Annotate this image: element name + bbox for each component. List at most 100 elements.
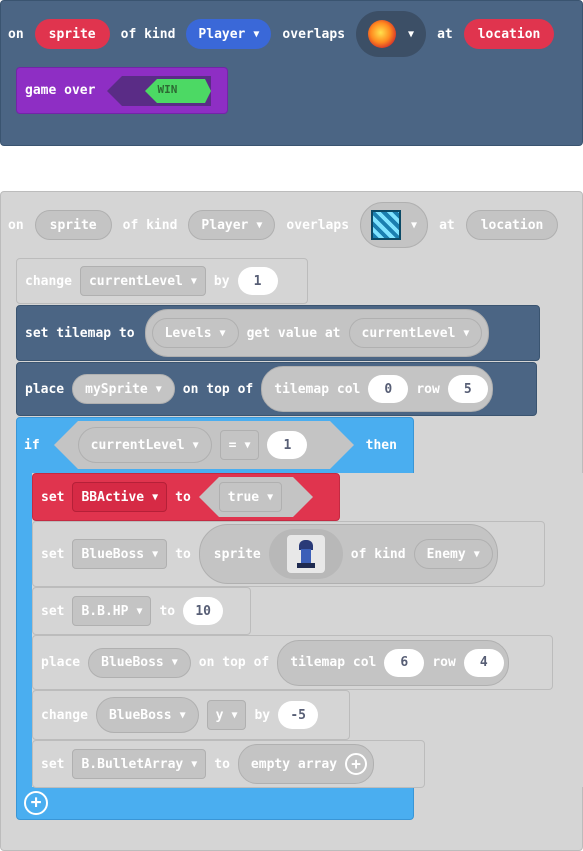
change-block-1[interactable]: change currentLevel ▼ by 1 xyxy=(16,258,308,304)
condition-value-input[interactable]: 1 xyxy=(267,431,308,459)
col-input[interactable]: 0 xyxy=(368,375,409,403)
amount-input[interactable]: -5 xyxy=(278,701,319,729)
win-dropdown[interactable]: WIN xyxy=(107,75,212,106)
operator-value: = xyxy=(228,437,237,453)
tilemap-col-label: tilemap col xyxy=(274,381,361,397)
operator-dropdown[interactable]: = ▼ xyxy=(219,430,260,460)
tilemap-col-label: tilemap col xyxy=(290,655,377,670)
add-circle-icon[interactable]: + xyxy=(345,753,368,775)
overlap-kind-dropdown[interactable]: ▼ xyxy=(356,11,427,57)
to-label: to xyxy=(175,489,191,505)
overlap-kind-dropdown[interactable]: ▼ xyxy=(360,202,429,248)
empty-array-reporter[interactable]: empty array + xyxy=(237,744,375,784)
at-label: at xyxy=(437,26,453,42)
by-label: by xyxy=(254,707,271,723)
set-label: set xyxy=(41,603,65,619)
variable-dropdown[interactable]: currentLevel ▼ xyxy=(79,266,206,296)
game-over-block[interactable]: game over WIN xyxy=(16,67,228,114)
row-input[interactable]: 5 xyxy=(447,375,488,403)
win-value: WIN xyxy=(157,82,178,96)
by-label: by xyxy=(213,273,230,289)
chevron-down-icon: ▼ xyxy=(256,219,263,231)
kind-dropdown[interactable]: Player ▼ xyxy=(186,19,272,49)
location-variable[interactable]: location xyxy=(465,210,559,240)
condition-hex[interactable]: currentLevel ▼ = ▼ 1 xyxy=(53,421,354,469)
sprite-image-field[interactable] xyxy=(268,529,343,579)
array-dropdown[interactable]: Levels ▼ xyxy=(151,318,239,348)
tilemap-location-reporter[interactable]: tilemap col 0 row 5 xyxy=(261,366,493,412)
condition-var-dropdown[interactable]: currentLevel ▼ xyxy=(77,427,212,463)
wizard-sprite-icon xyxy=(286,535,325,573)
set-tilemap-block[interactable]: set tilemap to Levels ▼ get value at cur… xyxy=(16,305,540,361)
to-label: to xyxy=(159,603,176,619)
property-value: y xyxy=(215,707,224,723)
place-label: place xyxy=(25,381,65,397)
sprite-dropdown[interactable]: BlueBoss ▼ xyxy=(95,697,199,733)
change-label: change xyxy=(25,273,72,289)
variable-dropdown[interactable]: BBActive ▼ xyxy=(72,482,168,512)
chevron-down-icon: ▼ xyxy=(171,657,178,668)
kind-value: Player xyxy=(198,26,246,42)
on-top-of-label: on top of xyxy=(182,381,254,397)
chevron-down-icon: ▼ xyxy=(179,709,186,721)
get-value-reporter[interactable]: Levels ▼ get value at currentLevel ▼ xyxy=(144,309,490,357)
to-label: to xyxy=(214,756,230,772)
add-else-icon[interactable]: + xyxy=(24,791,48,815)
event1-header: on sprite of kind Player ▼ overlaps ▼ at… xyxy=(8,11,555,57)
set-label: set xyxy=(41,756,65,772)
sprite-dropdown[interactable]: BlueBoss ▼ xyxy=(88,647,191,678)
amount-input[interactable]: 1 xyxy=(237,267,278,295)
set-array-block[interactable]: set B.BulletArray ▼ to empty array + xyxy=(32,740,425,788)
kind-dropdown[interactable]: Enemy ▼ xyxy=(413,539,493,569)
chevron-down-icon: ▼ xyxy=(219,327,226,339)
sprite-variable[interactable]: sprite xyxy=(34,19,110,49)
chevron-down-icon: ▼ xyxy=(191,758,198,770)
place-block-2[interactable]: place BlueBoss ▼ on top of tilemap col 6… xyxy=(32,635,553,690)
col-input[interactable]: 6 xyxy=(384,648,425,677)
change-label: change xyxy=(41,707,88,723)
overlaps-label: overlaps xyxy=(282,26,346,42)
variable-dropdown[interactable]: B.BulletArray ▼ xyxy=(72,749,207,779)
location-variable[interactable]: location xyxy=(463,19,555,49)
chevron-down-icon: ▼ xyxy=(192,439,199,451)
chevron-down-icon: ▼ xyxy=(267,491,274,503)
row-input[interactable]: 4 xyxy=(463,648,504,677)
of-kind-label: of kind xyxy=(122,217,178,233)
sprite-variable[interactable]: sprite xyxy=(34,210,112,240)
variable-value: BBActive xyxy=(81,489,145,505)
set-tilemap-label: set tilemap to xyxy=(25,325,135,341)
place-block-1[interactable]: place mySprite ▼ on top of tilemap col 0… xyxy=(16,362,537,416)
to-label: to xyxy=(175,546,191,562)
set-hp-block[interactable]: set B.B.HP ▼ to 10 xyxy=(32,587,251,635)
set-blueboss-block[interactable]: set BlueBoss ▼ to sprite of kind Enemy ▼ xyxy=(32,521,545,587)
variable-dropdown[interactable]: BlueBoss ▼ xyxy=(72,539,168,569)
chevron-down-icon: ▼ xyxy=(244,439,251,451)
if-label: if xyxy=(24,437,40,453)
variable-value: B.B.HP xyxy=(81,603,129,619)
sprite-value: BlueBoss xyxy=(101,655,164,670)
tilemap-location-reporter[interactable]: tilemap col 6 row 4 xyxy=(277,639,509,686)
chevron-down-icon: ▼ xyxy=(473,548,480,560)
value-input[interactable]: 10 xyxy=(183,597,224,625)
on-top-of-label: on top of xyxy=(198,655,270,670)
kind-dropdown[interactable]: Player ▼ xyxy=(188,210,276,240)
boolean-hex[interactable]: true ▼ xyxy=(198,477,313,517)
change-block-2[interactable]: change BlueBoss ▼ y ▼ by -5 xyxy=(32,690,350,740)
variable-dropdown[interactable]: B.B.HP ▼ xyxy=(72,596,152,626)
set-bbactive-block[interactable]: set BBActive ▼ to true ▼ xyxy=(32,473,340,521)
get-value-label: get value at xyxy=(246,325,341,341)
sprite-dropdown[interactable]: mySprite ▼ xyxy=(72,374,175,404)
property-dropdown[interactable]: y ▼ xyxy=(206,700,247,730)
on-label: on xyxy=(8,217,24,233)
event2-header: on sprite of kind Player ▼ overlaps ▼ at… xyxy=(8,202,559,248)
set-label: set xyxy=(41,489,65,505)
sprite-create-reporter[interactable]: sprite of kind Enemy ▼ xyxy=(198,524,498,584)
chevron-down-icon: ▼ xyxy=(463,327,470,339)
boolean-dropdown[interactable]: true ▼ xyxy=(218,482,283,512)
chevron-down-icon: ▼ xyxy=(231,709,238,721)
chevron-down-icon: ▼ xyxy=(190,275,197,287)
index-dropdown[interactable]: currentLevel ▼ xyxy=(348,318,483,348)
of-kind-label: of kind xyxy=(120,26,176,42)
kind-value: Enemy xyxy=(426,546,466,562)
game-over-label: game over xyxy=(25,83,96,98)
